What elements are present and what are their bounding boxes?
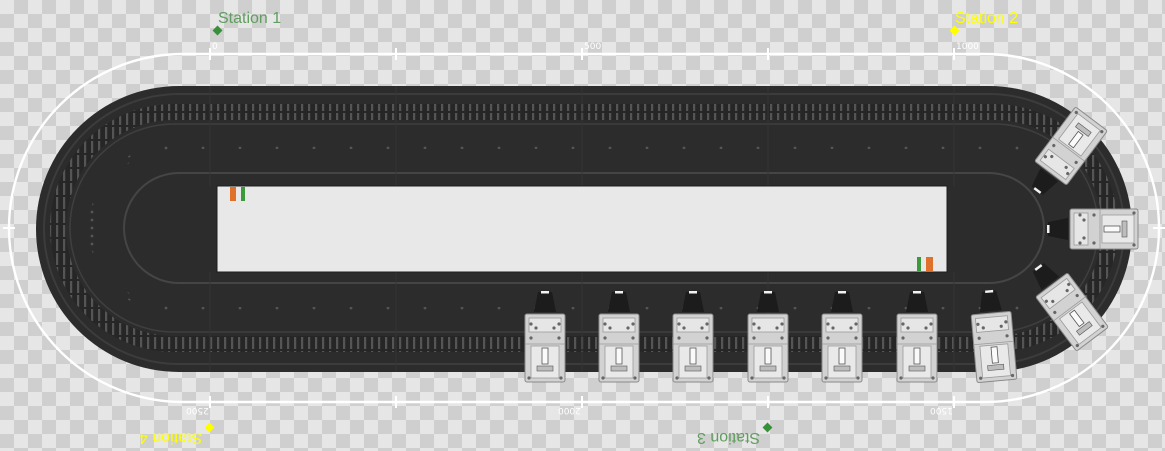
station-3-label[interactable]: Station 3 — [697, 428, 760, 446]
linear-transport-track — [36, 86, 1132, 372]
tick-label-500: 500 — [584, 42, 602, 52]
track-center-opening — [217, 186, 947, 272]
station-2-label[interactable]: Station 2 — [955, 10, 1018, 28]
station-3-marker[interactable] — [762, 422, 773, 433]
conveyor-scene — [3, 25, 1165, 433]
tick-label-2000: 2000 — [558, 405, 581, 415]
station-4-marker[interactable] — [204, 422, 215, 433]
station-4-label[interactable]: Station 4 — [139, 428, 202, 446]
tick-label-0: 0 — [212, 42, 218, 52]
tick-label-2500: 2500 — [186, 405, 209, 415]
tick-label-1500: 1500 — [930, 405, 953, 415]
station-1-label[interactable]: Station 1 — [218, 10, 281, 28]
tick-label-1000: 1000 — [956, 42, 979, 52]
